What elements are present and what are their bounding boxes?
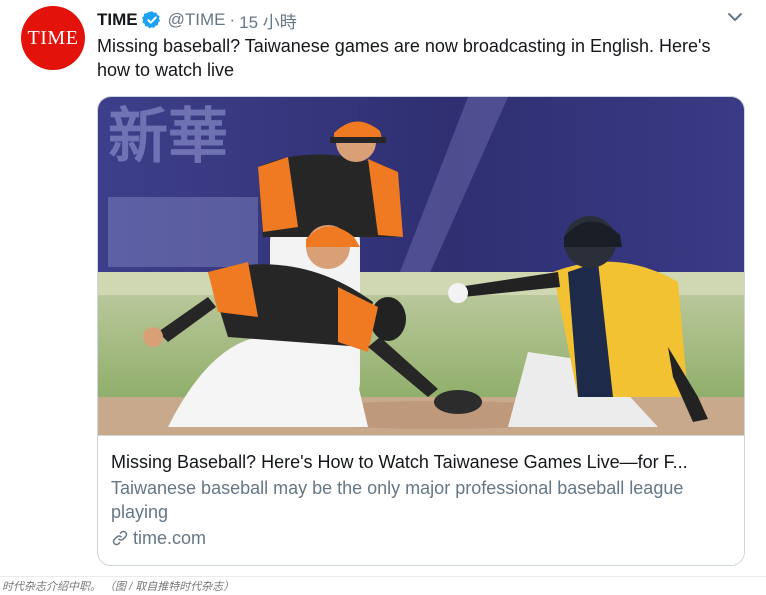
author-handle[interactable]: @TIME [168,10,226,30]
avatar-logo-text: TIME [27,26,79,49]
tweet-text: Missing baseball? Taiwanese games are no… [97,36,711,80]
timestamp[interactable]: 15 小時 [239,8,297,33]
chevron-down-icon[interactable] [724,8,746,26]
image-caption: 时代杂志介绍中职。 （图 / 取自推特时代杂志） [2,581,235,593]
link-card[interactable]: 新華 Missing Baseball? Here's How to Watch… [97,96,745,566]
card-title[interactable]: Missing Baseball? Here's How to Watch Ta… [111,450,736,474]
separator-dot: · [229,10,236,29]
card-body: Missing Baseball? Here's How to Watch Ta… [98,435,744,565]
link-icon [112,530,128,546]
card-description: Taiwanese baseball may be the only major… [111,478,684,522]
author-name[interactable]: TIME [97,10,138,30]
tweet-header: TIME @TIME · 15 小時 [97,8,297,32]
verified-badge-icon [141,10,162,30]
stadium-sign-text: 新華 [108,102,228,172]
card-domain[interactable]: time.com [111,526,206,550]
card-image[interactable]: 新華 [98,97,744,435]
avatar[interactable]: TIME [21,6,85,70]
tweet[interactable]: TIME TIME @TIME · 15 小時 Missing baseball… [0,0,766,577]
card-domain-text: time.com [133,528,207,548]
